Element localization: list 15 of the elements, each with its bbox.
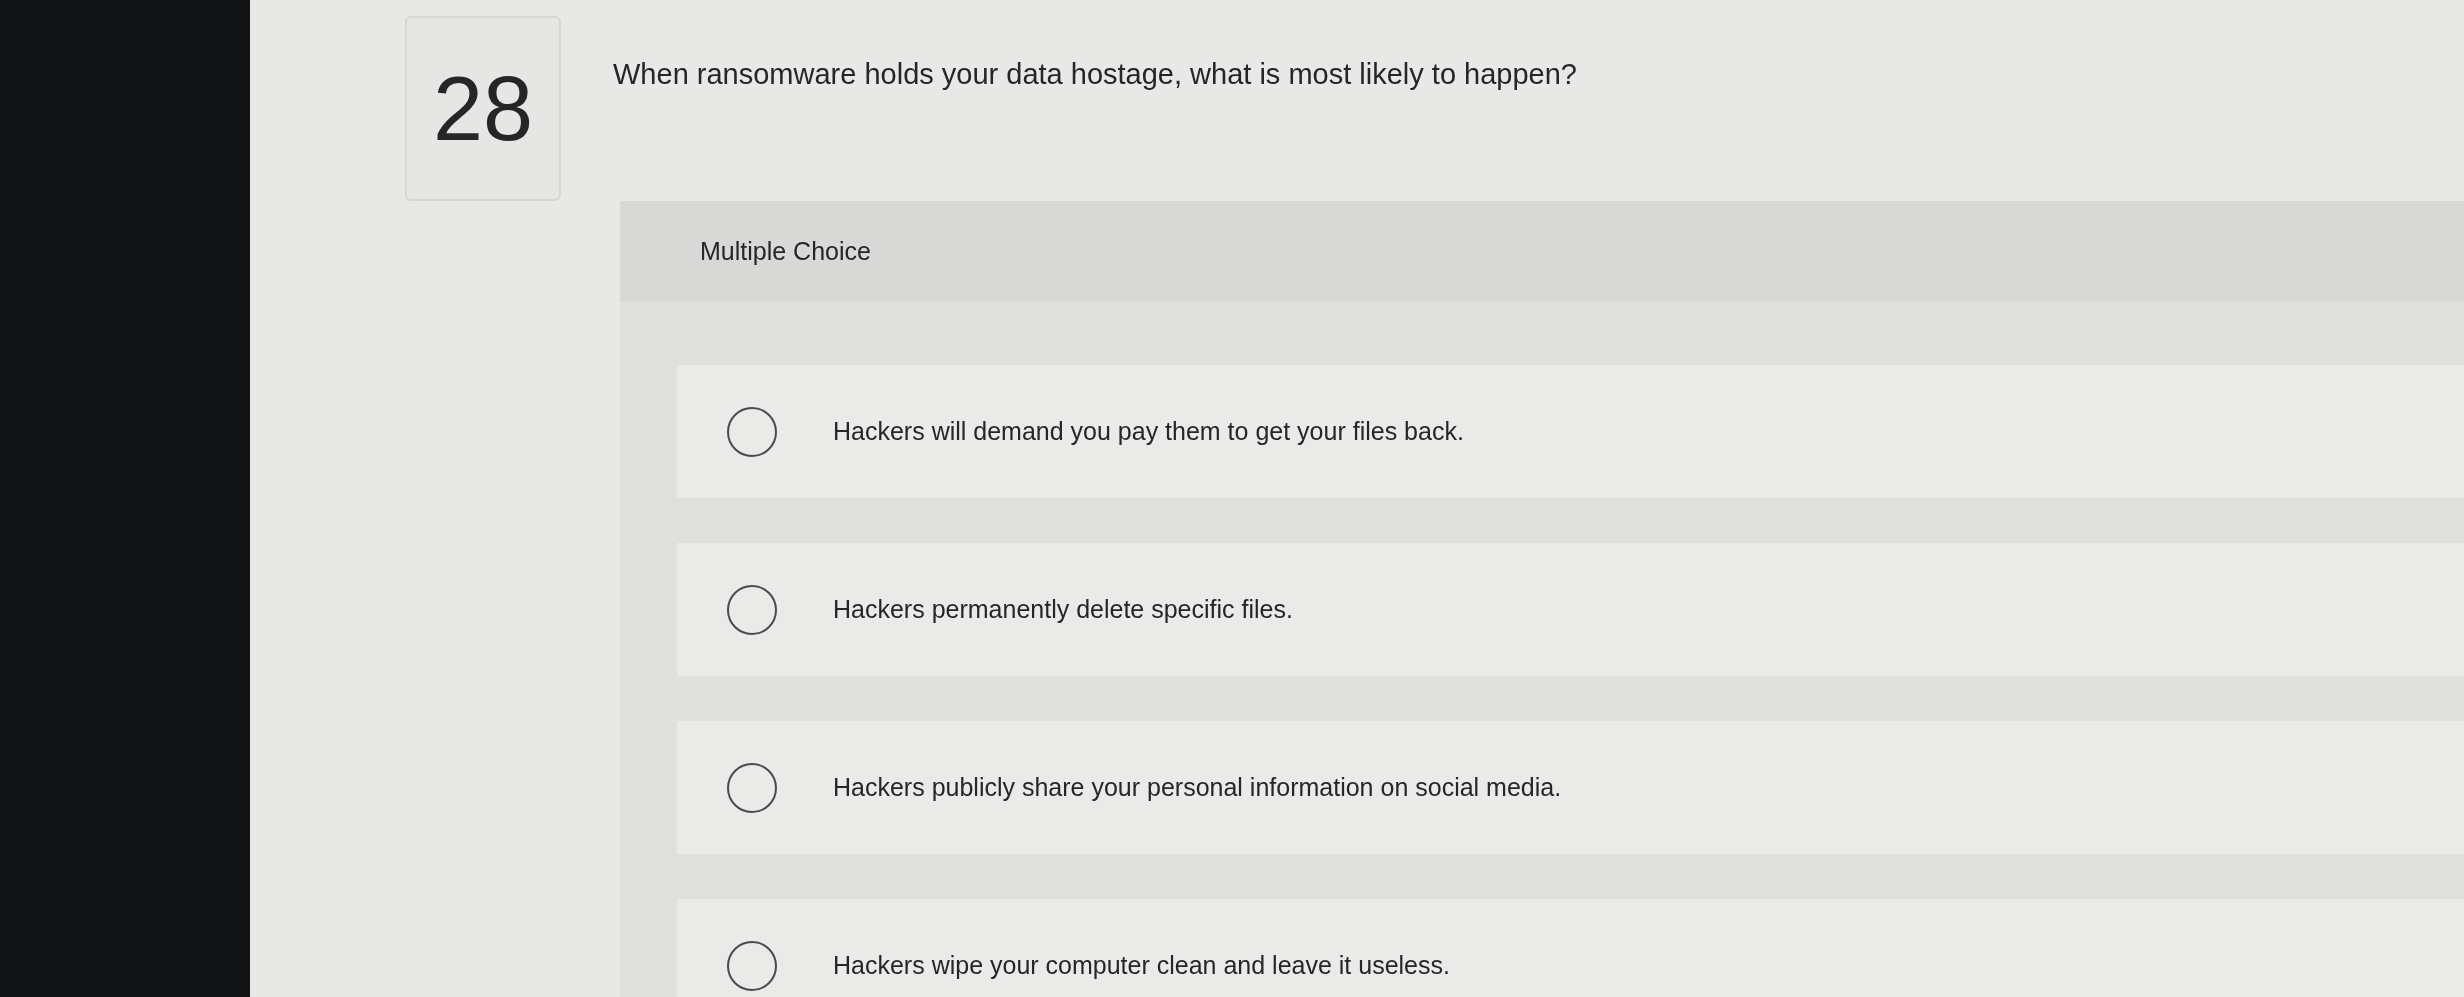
question-type-label: Multiple Choice (700, 235, 871, 267)
radio-button[interactable] (727, 940, 777, 991)
option-text: Hackers will demand you pay them to get your files back. (833, 415, 1464, 447)
question-text: When ransomware holds your data hostage, what is most likely to happen? (613, 57, 1577, 92)
radio-button[interactable] (727, 584, 777, 635)
option-text: Hackers permanently delete specific files. (833, 593, 1293, 625)
radio-button[interactable] (727, 406, 777, 457)
answer-option[interactable]: Hackers wipe your computer clean and leave it useless. (677, 899, 2464, 997)
answer-option[interactable]: Hackers permanently delete specific files. (677, 543, 2464, 676)
question-number: 28 (405, 16, 561, 201)
answer-option[interactable]: Hackers publicly share your personal information on social media. (677, 721, 2464, 854)
answer-option[interactable]: Hackers will demand you pay them to get your files back. (677, 365, 2464, 498)
option-text: Hackers wipe your computer clean and leave it useless. (833, 949, 1450, 981)
option-text: Hackers publicly share your personal information on social media. (833, 771, 1562, 803)
radio-button[interactable] (727, 762, 777, 813)
